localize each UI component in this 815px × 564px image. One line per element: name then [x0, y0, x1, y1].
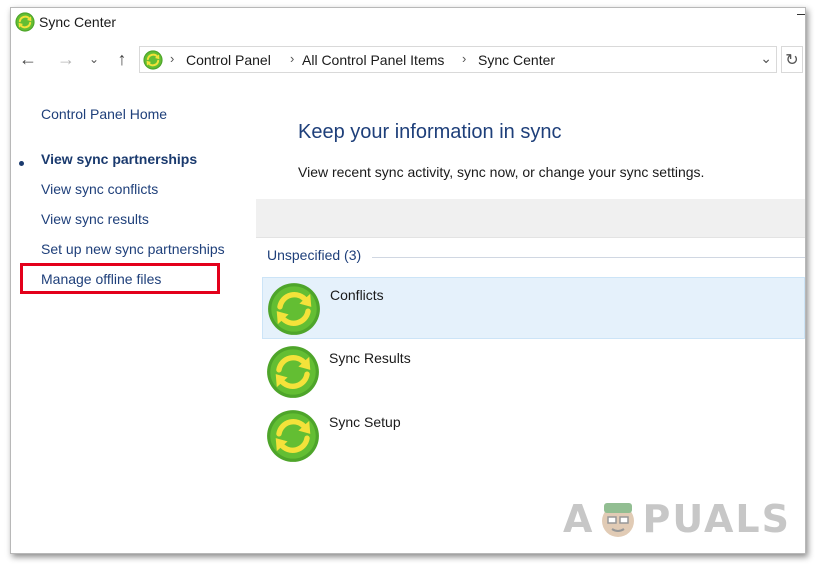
watermark-text: PUALS — [642, 497, 791, 541]
sync-icon — [266, 409, 320, 463]
refresh-icon[interactable]: ↻ — [781, 46, 803, 73]
page-heading: Keep your information in sync — [298, 121, 562, 143]
list-item-sync-results[interactable]: Sync Results — [262, 341, 805, 403]
watermark-mascot-icon — [602, 503, 635, 537]
title-bar: Sync Center — [11, 8, 805, 38]
address-bar[interactable]: › Control Panel › All Control Panel Item… — [139, 46, 777, 73]
group-header-unspecified[interactable]: Unspecified (3) — [267, 247, 361, 263]
breadcrumb-separator-icon[interactable]: › — [462, 51, 466, 66]
back-arrow-icon[interactable]: ← — [17, 48, 39, 70]
view-sync-conflicts-link[interactable]: View sync conflicts — [41, 181, 158, 197]
breadcrumb-all-items[interactable]: All Control Panel Items — [302, 52, 444, 68]
breadcrumb-separator-icon[interactable]: › — [170, 51, 174, 66]
active-bullet-icon — [19, 161, 24, 166]
view-sync-results-link[interactable]: View sync results — [41, 211, 149, 227]
up-arrow-icon[interactable]: ↑ — [111, 48, 133, 70]
sync-icon — [266, 345, 320, 399]
forward-arrow-icon[interactable]: → — [55, 48, 77, 70]
sync-center-location-icon — [143, 50, 163, 70]
control-panel-home-link[interactable]: Control Panel Home — [41, 106, 167, 122]
list-item-conflicts[interactable]: Conflicts — [262, 277, 805, 339]
watermark-letter-a: A — [563, 497, 595, 541]
view-sync-partnerships-link[interactable]: View sync partnerships — [41, 151, 197, 167]
breadcrumb-separator-icon[interactable]: › — [290, 51, 294, 66]
page-description: View recent sync activity, sync now, or … — [298, 164, 705, 180]
breadcrumb-sync-center[interactable]: Sync Center — [478, 52, 555, 68]
sync-center-window: Sync Center ← → ⌄ ↑ › Control Panel › Al… — [10, 7, 806, 554]
list-item-label: Sync Setup — [329, 414, 401, 430]
list-item-label: Sync Results — [329, 350, 411, 366]
list-item-sync-setup[interactable]: Sync Setup — [262, 405, 805, 467]
sync-center-icon — [15, 12, 35, 32]
group-divider — [372, 257, 805, 258]
minimize-button[interactable] — [797, 14, 805, 15]
main-content: Keep your information in sync View recen… — [256, 74, 805, 553]
command-bar — [256, 199, 805, 238]
recent-locations-chevron-icon[interactable]: ⌄ — [87, 48, 101, 70]
address-dropdown-chevron-icon[interactable]: ⌄ — [760, 50, 772, 67]
window-title: Sync Center — [39, 14, 117, 30]
watermark: A PUALS — [563, 497, 791, 541]
navigation-bar: ← → ⌄ ↑ › Control Panel › All Control Pa… — [11, 44, 805, 74]
list-item-label: Conflicts — [330, 287, 384, 303]
sync-icon — [267, 282, 321, 336]
highlight-box — [20, 263, 220, 294]
set-up-new-sync-partnerships-link[interactable]: Set up new sync partnerships — [41, 241, 225, 257]
breadcrumb-control-panel[interactable]: Control Panel — [186, 52, 271, 68]
